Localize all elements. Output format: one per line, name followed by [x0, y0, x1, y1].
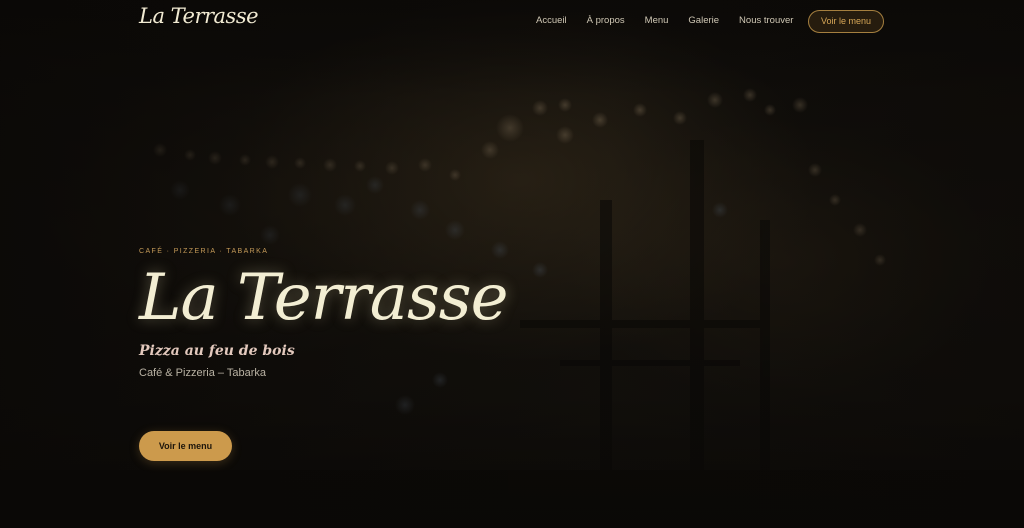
site-logo[interactable]: La Terrasse: [139, 4, 259, 28]
nav-link-nous-trouver[interactable]: Nous trouver: [739, 15, 793, 26]
hero-voir-le-menu-button[interactable]: Voir le menu: [139, 431, 232, 461]
hero-title: La Terrasse: [139, 261, 509, 335]
hero-section: CAFÉ · PIZZERIA · TABARKA La Terrasse Pi…: [139, 248, 619, 379]
nav-link-menu[interactable]: Menu: [645, 15, 669, 26]
hero-subtitle: Café & Pizzeria – Tabarka: [139, 367, 266, 379]
hero-eyebrow: CAFÉ · PIZZERIA · TABARKA: [139, 248, 269, 255]
hero-tagline: Pizza au feu de bois: [139, 343, 295, 359]
nav-voir-le-menu-button[interactable]: Voir le menu: [808, 10, 884, 33]
nav-link-galerie[interactable]: Galerie: [688, 15, 719, 26]
nav-link-a-propos[interactable]: À propos: [587, 15, 625, 26]
nav-link-accueil[interactable]: Accueil: [536, 15, 567, 26]
top-navbar: La Terrasse Accueil À propos Menu Galeri…: [0, 0, 1024, 44]
nav-links: Accueil À propos Menu Galerie Nous trouv…: [536, 15, 813, 26]
